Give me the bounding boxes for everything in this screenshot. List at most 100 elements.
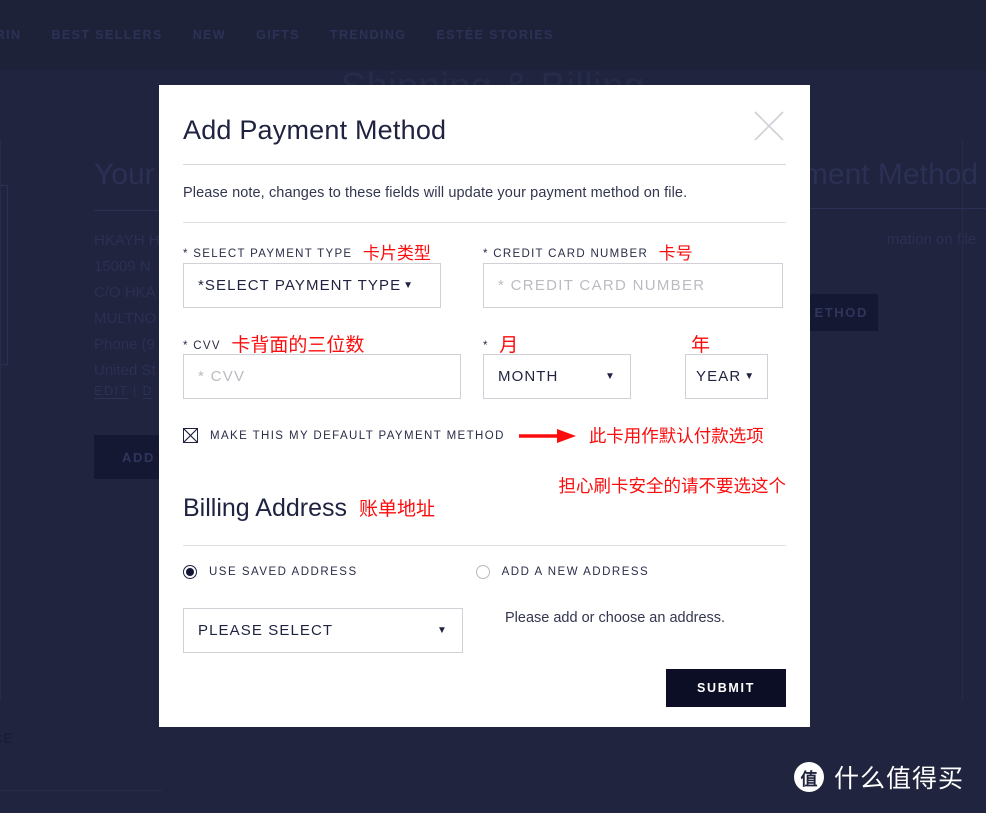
background-right-divider (806, 208, 986, 209)
nav-item-gifts[interactable]: GIFTS (256, 28, 300, 42)
label-payment-type: * SELECT PAYMENT TYPE 卡片类型 (183, 239, 441, 264)
annotation-card-number: 卡号 (658, 244, 693, 264)
label-expiry-year: 年 (685, 330, 768, 356)
label-expiry-month: * 月 (483, 330, 631, 356)
dialog-note-divider (183, 222, 786, 223)
watermark: 值 什么值得买 (793, 759, 964, 795)
add-payment-method-dialog: Add Payment Method Please note, changes … (159, 85, 810, 727)
annotation-payment-type: 卡片类型 (362, 244, 431, 264)
saved-address-select[interactable]: PLEASE SELECT ▼ (183, 608, 463, 653)
background-link-separator: | (133, 383, 138, 398)
chevron-down-icon: ▼ (605, 371, 616, 382)
annotation-expiry-month: 月 (499, 334, 519, 356)
payment-type-select[interactable]: *SELECT PAYMENT TYPE ▼ (183, 263, 441, 308)
radio-use-saved-address[interactable]: USE SAVED ADDRESS (183, 565, 358, 579)
field-expiry-month: * 月 MONTH ▼ (483, 330, 631, 399)
top-navigation-bar: ERIN BEST SELLERS NEW GIFTS TRENDING EST… (0, 0, 986, 70)
background-address-line: United St (94, 362, 156, 379)
chevron-down-icon: ▼ (403, 280, 415, 291)
page-root: ERIN BEST SELLERS NEW GIFTS TRENDING EST… (0, 0, 986, 813)
form-row-card-basics: * SELECT PAYMENT TYPE 卡片类型 *SELECT PAYME… (183, 239, 786, 308)
dialog-note: Please note, changes to these fields wil… (183, 185, 688, 201)
nav-item-new[interactable]: NEW (193, 28, 226, 42)
required-mark: * (483, 248, 489, 260)
required-mark: * (483, 340, 489, 352)
radio-add-new-address[interactable]: ADD A NEW ADDRESS (475, 565, 650, 579)
background-address-line: 15009 N (94, 258, 151, 275)
saved-address-value: PLEASE SELECT (198, 622, 334, 639)
label-card-number-text: CREDIT CARD NUMBER (493, 248, 649, 260)
dialog-header-divider (183, 164, 786, 165)
annotation-expiry-year: 年 (691, 334, 711, 356)
background-left-edge-line (0, 140, 1, 700)
nav-item-best-sellers[interactable]: BEST SELLERS (51, 28, 162, 42)
radio-use-saved-address-label: USE SAVED ADDRESS (209, 566, 358, 578)
chevron-down-icon: ▼ (744, 371, 756, 382)
billing-address-heading: Billing Address 账单地址 (183, 494, 786, 523)
nav-item-erin[interactable]: ERIN (0, 28, 21, 42)
dialog-actions: SUBMIT (183, 669, 786, 707)
default-payment-method-row: MAKE THIS MY DEFAULT PAYMENT METHOD 此卡用作… (183, 423, 786, 497)
background-address-line: HKAYH H (94, 232, 160, 249)
card-number-placeholder: * CREDIT CARD NUMBER (498, 277, 706, 294)
form-row-cvv-expiry: * CVV 卡背面的三位数 * CVV * 月 MONTH ▼ 年 YEAR ▼ (183, 330, 786, 399)
background-delete-link[interactable]: D (142, 383, 153, 398)
watermark-badge-icon: 值 (793, 762, 824, 792)
background-left-box (0, 185, 8, 365)
submit-button[interactable]: SUBMIT (666, 669, 786, 707)
payment-form: * SELECT PAYMENT TYPE 卡片类型 *SELECT PAYME… (159, 239, 810, 399)
required-mark: * (183, 248, 189, 260)
billing-address-heading-text: Billing Address (183, 494, 347, 522)
field-payment-type: * SELECT PAYMENT TYPE 卡片类型 *SELECT PAYME… (183, 239, 441, 308)
annotation-default-payment-line2: 担心刷卡安全的请不要选这个 (558, 477, 787, 497)
cvv-input[interactable]: * CVV (183, 354, 461, 399)
radio-add-new-address-label: ADD A NEW ADDRESS (501, 566, 650, 578)
field-saved-address: PLEASE SELECT ▼ (183, 600, 463, 653)
label-card-number: * CREDIT CARD NUMBER 卡号 (483, 239, 783, 264)
billing-divider (183, 545, 786, 546)
field-expiry-year: 年 YEAR ▼ (685, 330, 768, 399)
default-payment-method-label: MAKE THIS MY DEFAULT PAYMENT METHOD (210, 429, 505, 442)
background-address-line: C/O HKA (94, 284, 156, 301)
label-cvv-text: CVV (193, 340, 221, 352)
dialog-header: Add Payment Method (159, 85, 810, 147)
nav-item-trending[interactable]: TRENDING (330, 28, 406, 42)
watermark-text: 什么值得买 (833, 764, 964, 793)
chevron-down-icon: ▼ (437, 625, 448, 636)
expiry-month-value: MONTH (498, 368, 559, 385)
background-address-block: HKAYH H 15009 N C/O HKA MULTNO Phone (9 … (94, 228, 160, 384)
background-bottom-divider (0, 790, 162, 791)
background-edit-link[interactable]: EDIT (94, 383, 128, 398)
label-payment-type-text: SELECT PAYMENT TYPE (193, 248, 353, 260)
cvv-placeholder: * CVV (198, 368, 246, 385)
label-cvv: * CVV 卡背面的三位数 (183, 330, 461, 356)
billing-address-hint: Please add or choose an address. (505, 610, 726, 626)
required-mark: * (183, 340, 189, 352)
annotation-billing-address: 账单地址 (358, 498, 435, 520)
background-address-actions: EDIT | D (94, 383, 153, 398)
expiry-year-value: YEAR (696, 368, 742, 385)
annotation-default-payment-line1: 此卡用作默认付款选项 (588, 427, 764, 447)
close-icon[interactable] (752, 109, 786, 143)
annotation-cvv: 卡背面的三位数 (231, 334, 365, 356)
payment-type-value: *SELECT PAYMENT TYPE (198, 277, 402, 294)
field-card-number: * CREDIT CARD NUMBER 卡号 * CREDIT CARD NU… (483, 239, 783, 308)
default-payment-method-checkbox[interactable] (183, 428, 198, 443)
expiry-year-select[interactable]: YEAR ▼ (685, 354, 768, 399)
background-right-edge-line (962, 140, 963, 700)
checkmark-x-icon (183, 428, 198, 443)
radio-icon-unselected (475, 565, 490, 579)
nav-item-estee-stories[interactable]: ESTÉE STORIES (436, 28, 553, 42)
red-arrow-icon (518, 427, 577, 445)
radio-icon-selected (183, 565, 197, 579)
billing-address-options: USE SAVED ADDRESS ADD A NEW ADDRESS (183, 565, 786, 579)
billing-address-selection-row: PLEASE SELECT ▼ Please add or choose an … (183, 600, 786, 653)
field-cvv: * CVV 卡背面的三位数 * CVV (183, 330, 461, 399)
background-left-title: Your (94, 158, 155, 191)
background-address-line: MULTNO (94, 310, 157, 327)
card-number-input[interactable]: * CREDIT CARD NUMBER (483, 263, 783, 308)
dialog-title: Add Payment Method (183, 115, 447, 145)
background-bottom-text: CE (0, 730, 15, 746)
background-right-title: yment Method (787, 158, 978, 191)
expiry-month-select[interactable]: MONTH ▼ (483, 354, 631, 399)
